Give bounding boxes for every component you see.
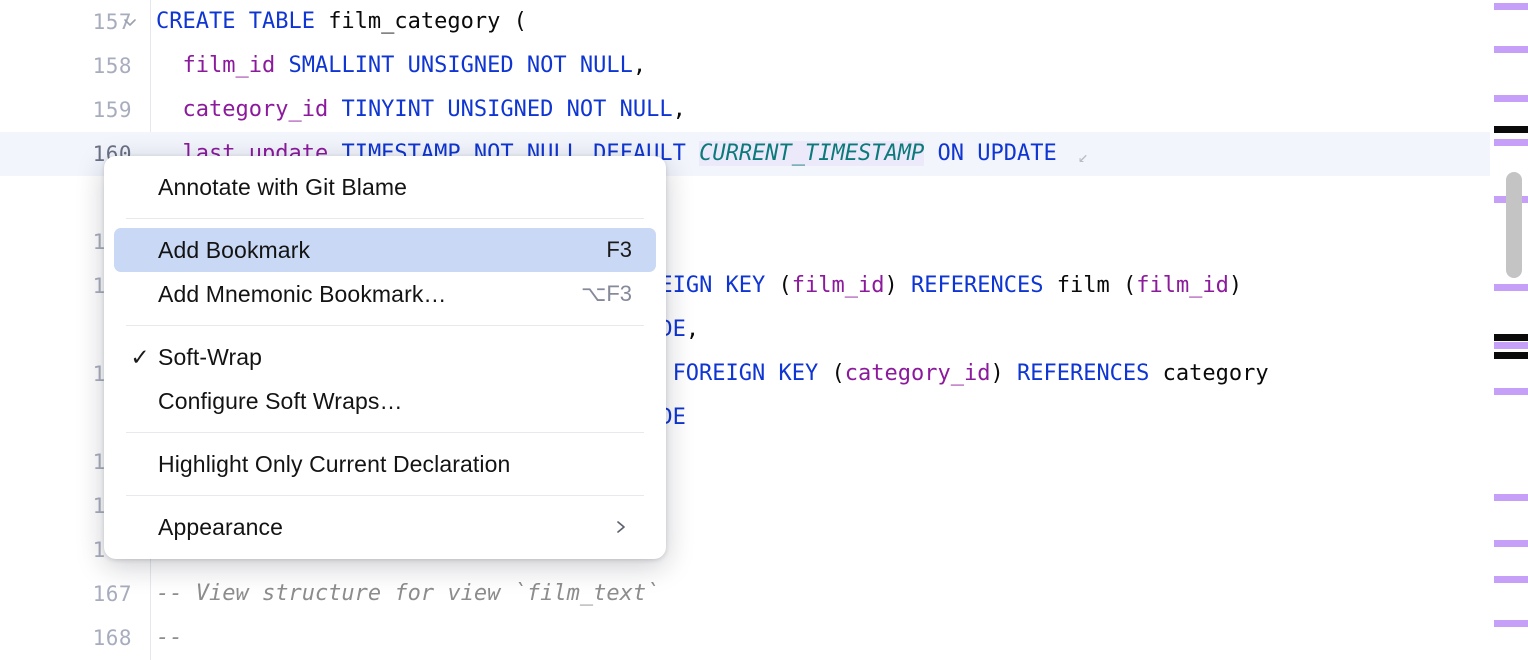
code-text: -- [150,627,1490,649]
chevron-down-icon[interactable] [120,12,140,32]
menu-separator [126,218,644,219]
menu-item-label: Add Mnemonic Bookmark… [158,281,561,308]
code-token: film_id [1136,273,1229,298]
code-token: category_id [845,361,991,386]
code-token: FOREIGN KEY [673,361,832,386]
code-line[interactable]: 157CREATE TABLE film_category ( [0,0,1490,44]
menu-item-label: Add Bookmark [158,237,586,264]
marker-stripe-violet[interactable] [1494,620,1528,627]
code-token: ( [1123,273,1136,298]
code-token: film_id [792,273,885,298]
marker-stripe-violet[interactable] [1494,139,1528,146]
editor-gutter-context-menu[interactable]: Annotate with Git BlameAdd BookmarkF3Add… [104,156,666,559]
menu-item-add-bookmark[interactable]: Add BookmarkF3 [114,228,656,272]
marker-stripe-violet[interactable] [1494,3,1528,10]
marker-stripe-black[interactable] [1494,352,1528,359]
code-token: ) [990,361,1017,386]
code-line[interactable]: 158 film_id SMALLINT UNSIGNED NOT NULL, [0,44,1490,88]
code-token: CREATE TABLE [156,9,328,34]
code-token: CURRENT_TIMESTAMP [699,141,924,166]
code-token: film_category [328,9,513,34]
menu-item-shortcut: F3 [586,237,632,263]
code-token: ) [885,273,912,298]
code-line[interactable]: 167 -- View structure for view `film_text… [0,572,1490,616]
code-token: TINYINT UNSIGNED NOT NULL [328,97,672,122]
code-token: REFERENCES [1017,361,1163,386]
menu-item-configure-soft-wraps[interactable]: Configure Soft Wraps… [114,379,656,423]
marker-stripe-violet[interactable] [1494,540,1528,547]
code-text: CREATE TABLE film_category ( [150,11,1490,33]
menu-item-label: Annotate with Git Blame [158,174,632,201]
code-token: , [633,53,646,78]
menu-item-highlight-only-current-declaration[interactable]: Highlight Only Current Declaration [114,442,656,486]
marker-stripe-violet[interactable] [1494,46,1528,53]
marker-stripe-violet[interactable] [1494,284,1528,291]
code-token: ( [779,273,792,298]
ide-editor-window: 157CREATE TABLE film_category (158 film_… [0,0,1528,660]
menu-separator [126,432,644,433]
code-token: film [1057,273,1123,298]
line-number: 167 [93,582,132,606]
code-token: ( [514,9,527,34]
code-text: film_id SMALLINT UNSIGNED NOT NULL, [150,55,1490,77]
menu-separator [126,495,644,496]
marker-stripe-black[interactable] [1494,126,1528,133]
menu-item-label: Soft-Wrap [158,344,632,371]
marker-stripe-violet[interactable] [1494,576,1528,583]
code-token: -- View structure for view `fil [156,581,567,606]
code-text: -- View structure for view `film_text` [150,583,1490,605]
code-token: ) [1229,273,1242,298]
editor-marker-bar[interactable] [1480,0,1528,660]
code-token: film_id [183,53,276,78]
menu-item-label: Highlight Only Current Declaration [158,451,632,478]
vertical-scrollbar-thumb[interactable] [1506,172,1522,278]
line-gutter[interactable]: 168 [0,626,150,650]
code-token: category_id [183,97,329,122]
menu-separator [126,325,644,326]
line-gutter[interactable]: 157 [0,10,150,34]
marker-stripe-violet[interactable] [1494,95,1528,102]
code-line[interactable]: 159 category_id TINYINT UNSIGNED NOT NUL… [0,88,1490,132]
menu-item-appearance[interactable]: Appearance [114,505,656,549]
code-token: SMALLINT UNSIGNED NOT NULL [275,53,633,78]
menu-item-label: Appearance [158,514,610,541]
code-token: , [673,97,686,122]
marker-stripe-black[interactable] [1494,334,1528,341]
checkmark-icon: ✓ [114,344,158,371]
line-gutter[interactable]: 167 [0,582,150,606]
code-token [156,53,183,78]
line-gutter[interactable]: 158 [0,54,150,78]
code-token: ( [832,361,845,386]
line-number: 168 [93,626,132,650]
code-token: ON UPDATE [924,141,1070,166]
line-number: 159 [93,98,132,122]
chevron-right-icon [610,518,632,536]
menu-item-soft-wrap[interactable]: ✓Soft-Wrap [114,335,656,379]
context-menu-items: Annotate with Git BlameAdd BookmarkF3Add… [104,165,666,549]
menu-item-label: Configure Soft Wraps… [158,388,632,415]
marker-stripe-violet[interactable] [1494,342,1528,349]
code-token: m_text` [567,581,660,606]
marker-stripe-violet[interactable] [1494,388,1528,395]
line-gutter[interactable]: 159 [0,98,150,122]
code-line[interactable]: 168 -- [0,616,1490,660]
code-token: category [1163,361,1269,386]
code-token [156,97,183,122]
menu-item-annotate-with-git-blame[interactable]: Annotate with Git Blame [114,165,656,209]
code-token: -- [156,625,183,650]
menu-item-shortcut: ⌥F3 [561,281,632,307]
code-token: , [686,317,699,342]
code-token: REFERENCES [911,273,1057,298]
soft-wrap-icon: ↙ [1070,149,1088,166]
code-text: category_id TINYINT UNSIGNED NOT NULL, [150,99,1490,121]
menu-item-add-mnemonic-bookmark[interactable]: Add Mnemonic Bookmark…⌥F3 [114,272,656,316]
marker-stripe-violet[interactable] [1494,494,1528,501]
line-number: 158 [93,54,132,78]
